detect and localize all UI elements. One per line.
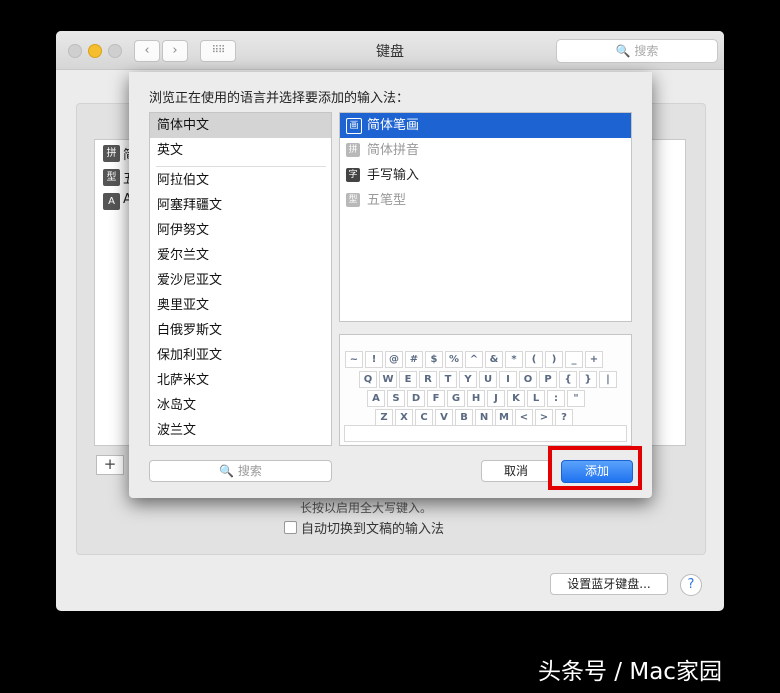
input-method-icon: 字 [346, 168, 360, 182]
cancel-button[interactable]: 取消 [481, 460, 551, 482]
keyboard-key: N [475, 409, 493, 426]
abc-icon: A [103, 193, 120, 210]
language-search-input[interactable]: 🔍 搜索 [149, 460, 332, 482]
keyboard-key: B [455, 409, 473, 426]
search-input[interactable]: 🔍 搜索 [556, 39, 718, 63]
input-method-list-item[interactable]: 拼简体拼音 [340, 138, 631, 163]
language-list[interactable]: 简体中文 英文阿拉伯文 阿塞拜疆文 阿伊努文 爱尔兰文 爱沙尼亚文 奥里亚文 白俄罗斯文 保加利… [149, 112, 332, 446]
language-list-item[interactable]: 阿伊努文 [150, 218, 331, 243]
keyboard-key: * [505, 351, 523, 368]
input-method-list-item[interactable]: 型五笔型 [340, 188, 631, 213]
language-list-item[interactable]: 英文 [150, 138, 331, 163]
language-list-item[interactable]: 冰岛文 [150, 393, 331, 418]
title-bar: ‹ › ⠿⠿ 键盘 🔍 搜索 [56, 31, 724, 70]
keyboard-row: Z X C V B N M < >? [340, 405, 665, 426]
language-list-item[interactable]: 爱沙尼亚文 [150, 268, 331, 293]
auto-switch-checkbox[interactable] [284, 521, 297, 534]
keyboard-key: ) [545, 351, 563, 368]
keyboard-row: ~! @ # $% ^ & *() _ + [340, 347, 635, 368]
keyboard-key: Z [375, 409, 393, 426]
language-list-item[interactable]: 波兰文 [150, 418, 331, 443]
input-method-label: 简体笔画 [367, 118, 420, 133]
language-list-item[interactable]: 奥里亚文 [150, 293, 331, 318]
keyboard-key: & [485, 351, 503, 368]
keyboard-key: _ [565, 351, 583, 368]
keyboard-key: $ [425, 351, 443, 368]
language-list-item[interactable]: 阿塞拜疆文 [150, 193, 331, 218]
keyboard-key: < [515, 409, 533, 426]
list-divider [156, 166, 326, 167]
help-button[interactable]: ? [680, 574, 702, 596]
keyboard-key: ( [525, 351, 543, 368]
caps-lock-hint: 长按以启用全大写键入。 [300, 501, 433, 515]
auto-switch-label[interactable]: 自动切换到文稿的输入法 [301, 518, 444, 537]
pinyin-icon: 拼 [103, 145, 120, 162]
keyboard-row: Q W E R T Y U I O P{} | [340, 367, 649, 388]
sheet-prompt: 浏览正在使用的语言并选择要添加的输入法： [149, 91, 410, 106]
keyboard-key: ~ [345, 351, 363, 368]
keyboard-key: C [415, 409, 433, 426]
keyboard-row: A S D F G H J K L: " [340, 386, 657, 407]
input-method-list-item[interactable]: 画简体笔画 [340, 113, 631, 138]
input-method-icon: 画 [346, 118, 362, 134]
keyboard-key: # [405, 351, 423, 368]
keyboard-bottom-row [344, 425, 627, 442]
wubi-icon: 型 [103, 169, 120, 186]
input-method-icon: 型 [346, 193, 360, 207]
keyboard-key: ^ [465, 351, 483, 368]
keyboard-key: + [585, 351, 603, 368]
input-method-list-item[interactable]: 字手写输入 [340, 163, 631, 188]
add-input-source-button[interactable]: + [96, 455, 124, 475]
input-method-label: 简体拼音 [367, 143, 420, 158]
keyboard-key: X [395, 409, 413, 426]
input-method-list[interactable]: 画简体笔画拼简体拼音字手写输入型五笔型 [339, 112, 632, 322]
highlight-annotation-box [548, 446, 642, 490]
setup-bluetooth-keyboard-button[interactable]: 设置蓝牙键盘... [550, 573, 668, 595]
keyboard-key: @ [385, 351, 403, 368]
keyboard-key: ! [365, 351, 383, 368]
keyboard-key: > [535, 409, 553, 426]
add-input-method-sheet: 浏览正在使用的语言并选择要添加的输入法： 简体中文 英文阿拉伯文 阿塞拜疆文 阿伊努文… [129, 72, 652, 498]
input-method-label: 五笔型 [367, 193, 407, 208]
keyboard-key: ? [555, 409, 573, 426]
language-list-item[interactable]: 白俄罗斯文 [150, 318, 331, 343]
language-list-item[interactable]: 北萨米文 [150, 368, 331, 393]
input-method-icon: 拼 [346, 143, 360, 157]
language-list-item[interactable]: 阿拉伯文 [150, 168, 331, 193]
watermark-text: 头条号 / Mac家园 [538, 659, 722, 685]
language-list-item[interactable]: 简体中文 [150, 113, 331, 138]
input-method-label: 手写输入 [367, 168, 420, 183]
keyboard-layout-preview: ~! @ # $% ^ & *() _ + Q W E R T Y U I O P{} | A S D F G H J K L: " Z X C… [339, 334, 632, 446]
keyboard-key: M [495, 409, 513, 426]
language-list-item[interactable]: 保加利亚文 [150, 343, 331, 368]
keyboard-key: % [445, 351, 463, 368]
keyboard-key: V [435, 409, 453, 426]
language-list-item[interactable]: 爱尔兰文 [150, 243, 331, 268]
